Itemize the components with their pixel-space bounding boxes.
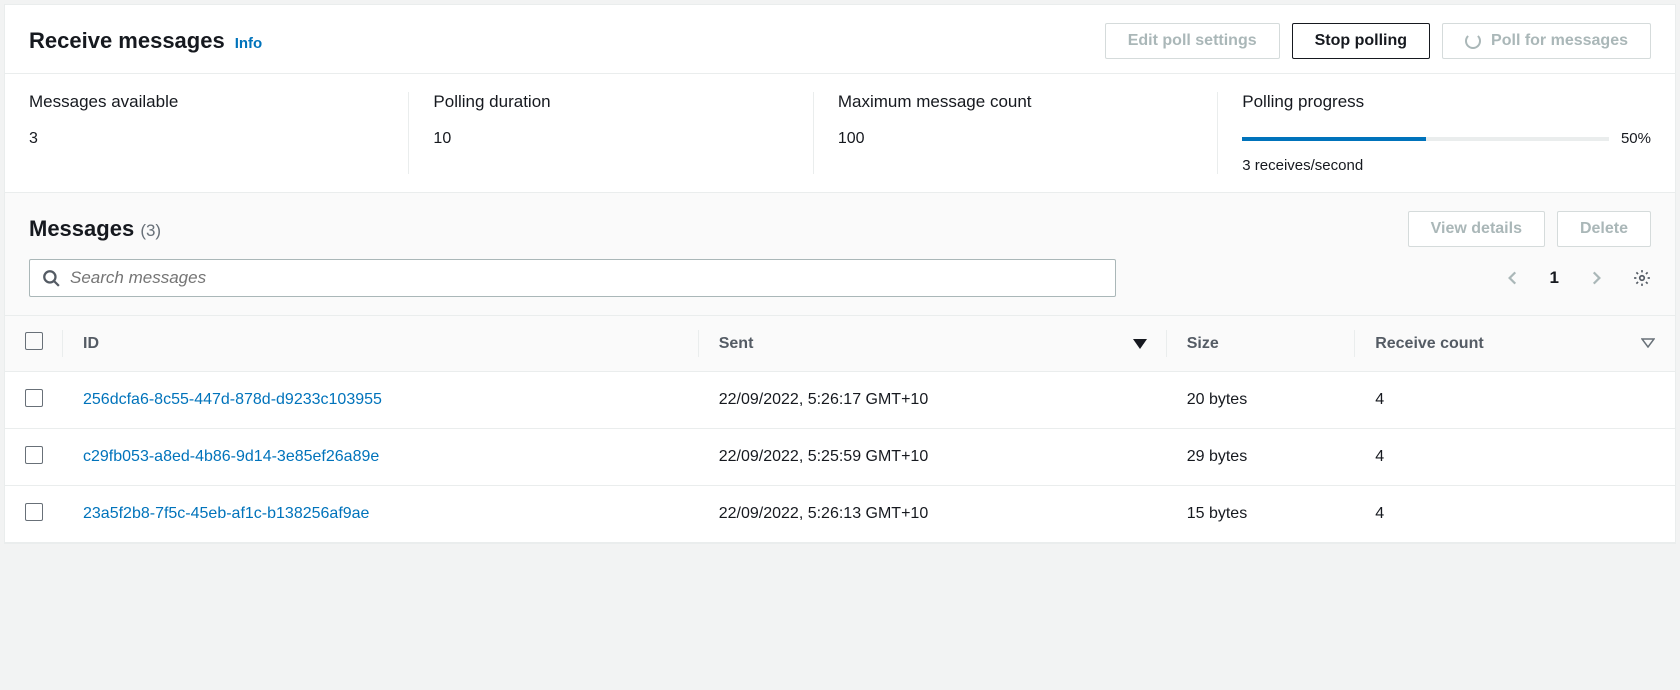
messages-subheader: Messages (3) View details Delete (5, 192, 1675, 259)
stat-label: Messages available (29, 92, 384, 112)
messages-buttons: View details Delete (1408, 211, 1651, 247)
col-header-sent[interactable]: Sent (699, 316, 1167, 372)
col-header-size[interactable]: Size (1167, 316, 1355, 372)
edit-poll-settings-button[interactable]: Edit poll settings (1105, 23, 1280, 59)
page-number: 1 (1550, 268, 1559, 288)
panel-header: Receive messages Info Edit poll settings… (5, 5, 1675, 73)
col-header-id[interactable]: ID (63, 316, 699, 372)
stats-row: Messages available 3 Polling duration 10… (5, 73, 1675, 192)
stat-messages-available: Messages available 3 (5, 92, 409, 174)
poll-button-label: Poll for messages (1491, 32, 1628, 50)
search-input[interactable] (70, 268, 1103, 288)
messages-title-text: Messages (29, 216, 134, 241)
row-checkbox[interactable] (25, 503, 43, 521)
pager: 1 (1504, 268, 1651, 288)
stat-value: 10 (433, 130, 788, 148)
stat-value: 3 (29, 130, 384, 148)
col-header-receive[interactable]: Receive count (1355, 316, 1675, 372)
progress-fill (1242, 137, 1425, 141)
poll-for-messages-button[interactable]: Poll for messages (1442, 23, 1651, 59)
gear-icon[interactable] (1633, 269, 1651, 287)
cell-sent: 22/09/2022, 5:26:13 GMT+10 (699, 486, 1167, 543)
messages-toolbar: 1 (5, 259, 1675, 315)
progress-rate: 3 receives/second (1242, 157, 1651, 174)
cell-sent: 22/09/2022, 5:26:17 GMT+10 (699, 372, 1167, 429)
search-icon (42, 269, 60, 287)
col-header-select (5, 316, 63, 372)
messages-title: Messages (3) (29, 216, 161, 242)
table-row: 256dcfa6-8c55-447d-878d-d9233c103955 22/0… (5, 372, 1675, 429)
stat-value: 100 (838, 130, 1193, 148)
cell-sent: 22/09/2022, 5:25:59 GMT+10 (699, 429, 1167, 486)
spinner-icon (1465, 33, 1481, 49)
row-checkbox[interactable] (25, 389, 43, 407)
stop-polling-button[interactable]: Stop polling (1292, 23, 1430, 59)
stat-label: Maximum message count (838, 92, 1193, 112)
header-buttons: Edit poll settings Stop polling Poll for… (1105, 23, 1651, 59)
receive-messages-panel: Receive messages Info Edit poll settings… (4, 4, 1676, 544)
cell-receive: 4 (1355, 486, 1675, 543)
table-row: 23a5f2b8-7f5c-45eb-af1c-b138256af9ae 22/0… (5, 486, 1675, 543)
cell-size: 29 bytes (1167, 429, 1355, 486)
delete-button[interactable]: Delete (1557, 211, 1651, 247)
info-link[interactable]: Info (235, 35, 263, 52)
chevron-left-icon[interactable] (1504, 269, 1522, 287)
message-id-link[interactable]: 23a5f2b8-7f5c-45eb-af1c-b138256af9ae (83, 502, 383, 526)
sort-outline-icon (1641, 335, 1655, 353)
stat-polling-progress: Polling progress 50% 3 receives/second (1218, 92, 1675, 174)
cell-receive: 4 (1355, 429, 1675, 486)
stat-label: Polling progress (1242, 92, 1651, 112)
sort-desc-icon (1133, 339, 1147, 349)
progress-bar (1242, 137, 1609, 141)
progress-row: 50% (1242, 130, 1651, 147)
table-row: c29fb053-a8ed-4b86-9d14-3e85ef26a89e 22/0… (5, 429, 1675, 486)
stat-label: Polling duration (433, 92, 788, 112)
stat-polling-duration: Polling duration 10 (409, 92, 813, 174)
message-id-link[interactable]: 256dcfa6-8c55-447d-878d-d9233c103955 (83, 388, 383, 412)
progress-percent: 50% (1621, 130, 1651, 147)
search-wrap[interactable] (29, 259, 1116, 297)
panel-title: Receive messages Info (29, 28, 262, 54)
panel-title-text: Receive messages (29, 28, 225, 54)
messages-table: ID Sent Size Receive count (5, 315, 1675, 543)
chevron-right-icon[interactable] (1587, 269, 1605, 287)
select-all-checkbox[interactable] (25, 332, 43, 350)
cell-size: 15 bytes (1167, 486, 1355, 543)
message-id-link[interactable]: c29fb053-a8ed-4b86-9d14-3e85ef26a89e (83, 445, 383, 469)
row-checkbox[interactable] (25, 446, 43, 464)
cell-size: 20 bytes (1167, 372, 1355, 429)
messages-count: (3) (140, 221, 161, 240)
cell-receive: 4 (1355, 372, 1675, 429)
view-details-button[interactable]: View details (1408, 211, 1545, 247)
stat-max-message-count: Maximum message count 100 (814, 92, 1218, 174)
